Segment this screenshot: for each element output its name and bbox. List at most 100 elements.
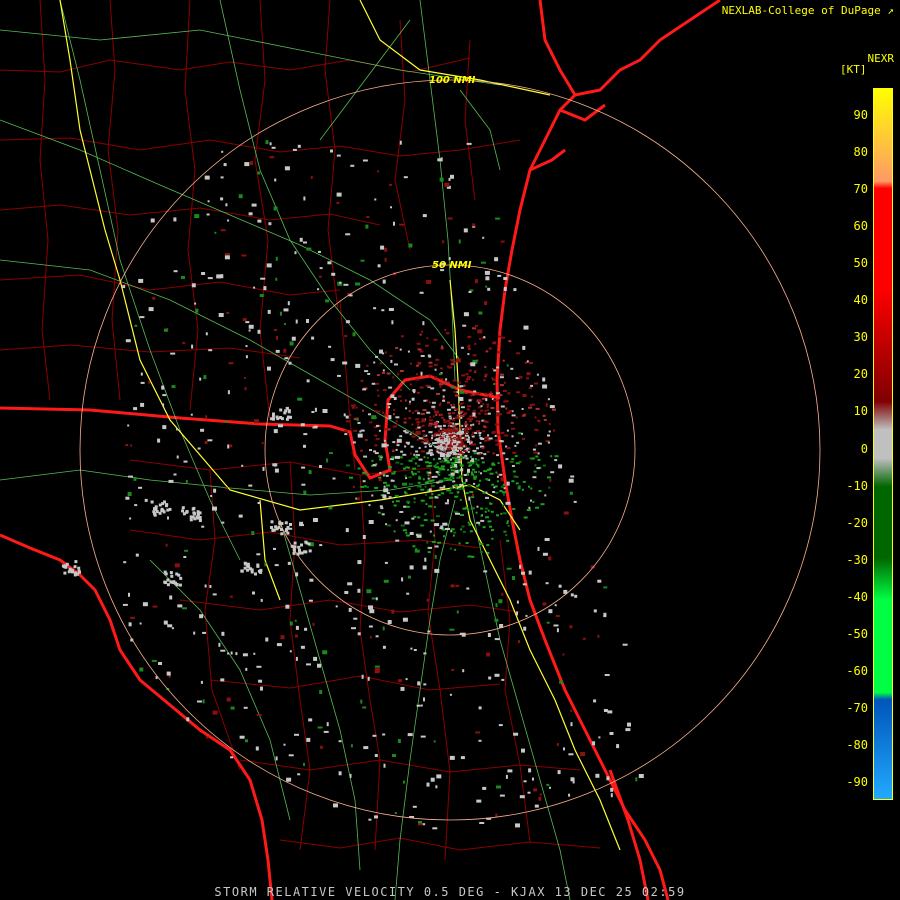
radar-echo-pixel [470,394,472,397]
radar-echo-pixel [227,444,230,449]
radar-echo-pixel [450,438,453,441]
radar-echo-pixel [311,411,315,413]
radar-echo-pixel [543,419,547,421]
radar-echo-pixel [433,534,435,537]
radar-echo-pixel [491,483,495,486]
units-label: [KT] [840,63,867,76]
radar-echo-pixel [443,535,445,538]
radar-echo-pixel [372,464,377,467]
radar-echo-pixel [461,437,465,439]
radar-echo-pixel [161,385,165,390]
radar-echo-pixel [526,509,531,511]
radar-echo-pixel [371,597,376,600]
radar-echo-pixel [537,442,542,445]
radar-echo-pixel [186,717,190,722]
radar-echo-pixel [388,308,394,311]
radar-echo-pixel [580,752,586,756]
radar-echo-pixel [306,663,311,666]
radar-echo-pixel [248,212,253,216]
radar-echo-pixel [522,394,527,397]
radar-echo-pixel [501,678,505,681]
radar-echo-pixel [427,477,430,480]
radar-echo-pixel [429,416,432,419]
radar-echo-pixel [555,615,560,617]
radar-echo-pixel [416,456,419,459]
radar-echo-pixel [417,823,423,826]
radar-echo-pixel [134,504,138,507]
radar-echo-pixel [312,622,315,626]
radar-echo-pixel [392,500,394,503]
radar-echo-pixel [598,736,601,739]
radar-echo-pixel [427,551,431,554]
radar-echo-pixel [499,440,503,442]
radar-echo-pixel [402,453,407,456]
radar-echo-pixel [419,333,422,336]
radar-echo-pixel [474,460,478,463]
radar-echo-pixel [511,435,514,438]
radar-echo-pixel [450,475,454,478]
radar-echo-pixel [157,438,161,443]
radar-echo-pixel [357,422,361,424]
radar-echo-pixel [387,620,392,624]
radar-echo-pixel [458,397,464,401]
radar-echo-pixel [548,423,551,425]
radar-echo-pixel [382,411,384,414]
radar-echo-pixel [198,511,202,515]
radar-echo-pixel [301,483,306,486]
radar-echo-pixel [418,477,422,480]
radar-echo-pixel [329,452,333,455]
radar-echo-pixel [515,416,518,419]
radar-echo-pixel [593,609,597,613]
radar-echo-pixel [459,438,463,441]
radar-echo-pixel [428,401,431,404]
radar-echo-pixel [434,421,439,424]
radar-echo-pixel [404,474,407,477]
radar-echo-pixel [330,149,333,153]
radar-echo-pixel [397,679,402,683]
radar-echo-pixel [303,550,307,554]
radar-echo-pixel [390,206,392,209]
radar-echo-pixel [556,743,559,746]
radar-echo-pixel [347,582,353,586]
radar-echo-pixel [400,686,405,691]
radar-echo-pixel [458,445,461,448]
radar-echo-pixel [419,291,424,294]
radar-echo-pixel [287,301,290,306]
radar-echo-pixel [469,530,473,533]
radar-echo-pixel [399,456,403,459]
radar-echo-pixel [450,429,455,432]
radar-echo-pixel [73,573,77,577]
radar-echo-pixel [158,511,162,515]
radar-echo-pixel [433,475,438,478]
radar-echo-pixel [204,441,208,444]
radar-echo-pixel [479,543,484,546]
radar-echo-pixel [442,399,446,402]
radar-echo-pixel [357,632,361,636]
radar-echo-pixel [487,287,491,291]
radar-echo-pixel [434,410,439,413]
radar-echo-pixel [458,475,461,478]
radar-echo-pixel [193,631,196,635]
radar-echo-pixel [451,406,456,409]
radar-echo-pixel [306,737,311,742]
radar-echo-pixel [428,496,432,499]
radar-echo-pixel [239,735,245,739]
radar-echo-pixel [376,374,380,377]
radar-echo-pixel [350,404,356,407]
radar-echo-pixel [221,150,224,153]
radar-echo-pixel [388,406,390,409]
radar-echo-pixel [224,487,228,490]
radar-echo-pixel [483,570,488,573]
radar-echo-pixel [537,546,540,551]
radar-echo-pixel [467,509,470,512]
radar-echo-pixel [458,542,461,545]
radar-echo-pixel [463,312,469,317]
radar-echo-pixel [546,783,550,786]
radar-echo-pixel [454,408,459,411]
radar-echo-pixel [423,442,428,445]
radar-echo-pixel [489,502,493,505]
scale-tick-label: -10 [846,478,868,493]
radar-echo-pixel [485,392,487,395]
radar-echo-pixel [475,458,477,460]
radar-echo-pixel [345,233,351,236]
